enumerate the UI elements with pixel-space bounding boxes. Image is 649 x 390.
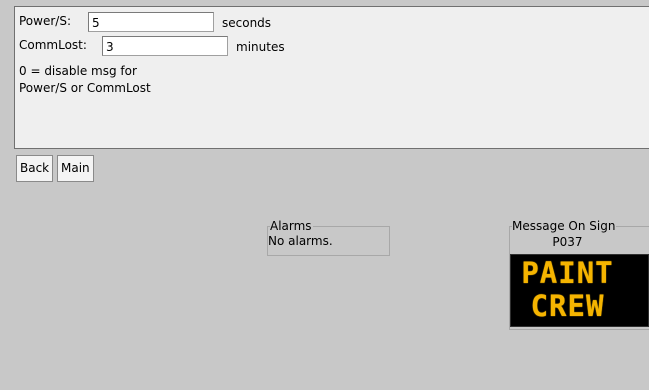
app-window: Power/S: seconds CommLost: minutes 0 = d… (0, 0, 649, 390)
commlost-input[interactable] (102, 36, 228, 56)
alarms-group: Alarms No alarms. (267, 219, 390, 256)
power-label: Power/S: (19, 14, 71, 28)
alarms-title: Alarms (270, 219, 313, 233)
message-on-sign-title: Message On Sign (512, 219, 617, 233)
settings-panel: Power/S: seconds CommLost: minutes 0 = d… (14, 6, 649, 149)
disable-note: 0 = disable msg for Power/S or CommLost (19, 63, 151, 97)
message-on-sign-group: Message On Sign P037 PAINT CREW (509, 219, 649, 330)
back-button[interactable]: Back (16, 155, 54, 182)
sign-code: P037 (552, 235, 583, 249)
alarms-status: No alarms. (268, 234, 333, 248)
power-input[interactable] (88, 12, 214, 32)
main-button[interactable]: Main (57, 155, 94, 182)
disable-note-line1: 0 = disable msg for (19, 64, 137, 78)
sign-line-2: CREW (530, 289, 605, 323)
sign-line-1: PAINT (521, 256, 614, 290)
power-unit-label: seconds (222, 16, 272, 30)
commlost-unit-label: minutes (236, 40, 285, 54)
sign-display: PAINT CREW (510, 254, 649, 327)
commlost-label: CommLost: (19, 38, 87, 52)
disable-note-line2: Power/S or CommLost (19, 81, 151, 95)
